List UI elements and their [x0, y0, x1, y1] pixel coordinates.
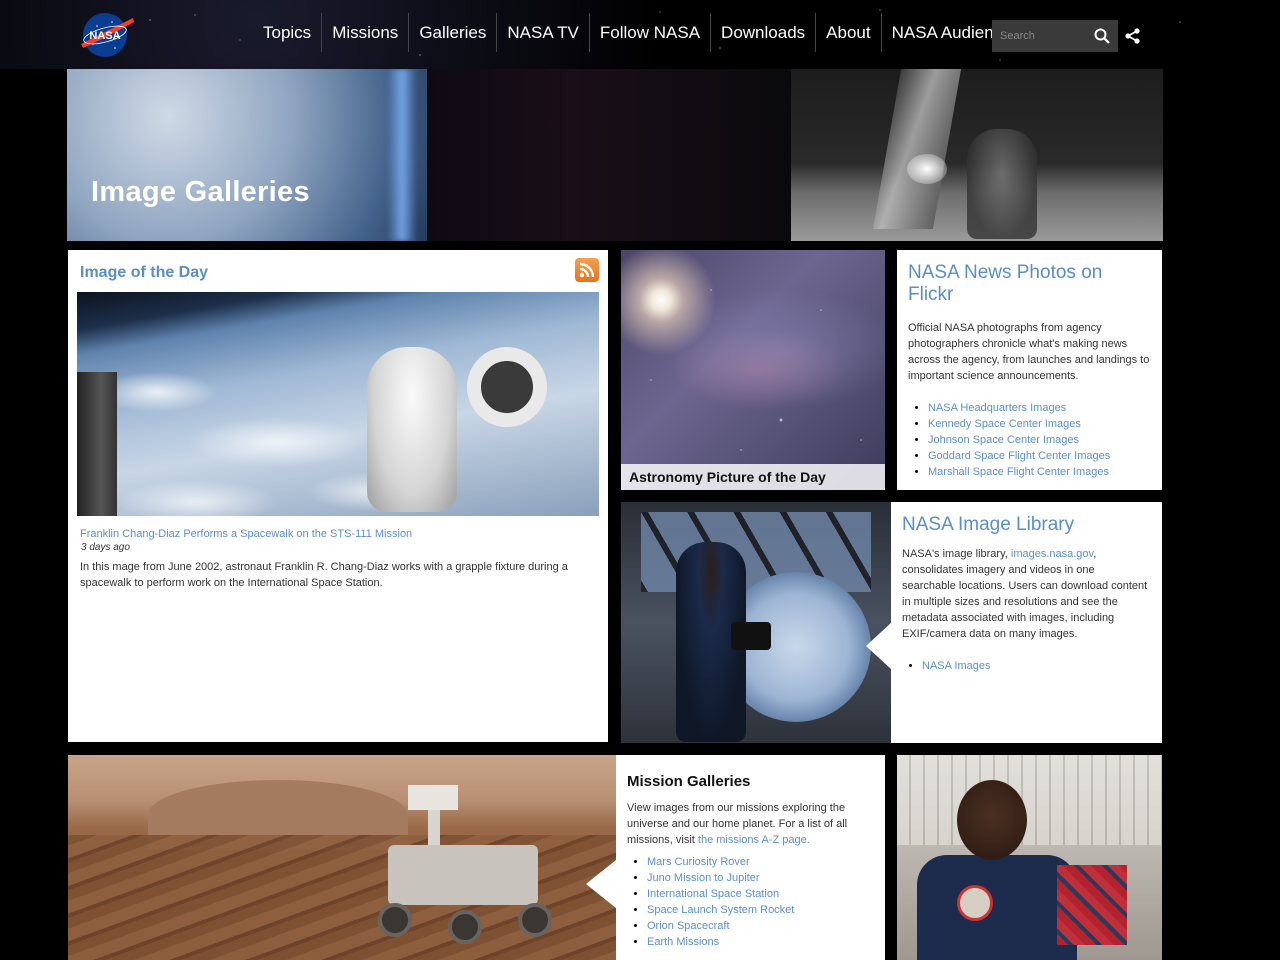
rover-head [408, 785, 458, 810]
images-nasa-gov-link[interactable]: images.nasa.gov [1011, 548, 1093, 560]
image-of-the-day-link[interactable]: Franklin Chang-Diaz Performs a Spacewalk… [80, 528, 412, 540]
nav-missions[interactable]: Missions [321, 13, 408, 52]
mission-links: Mars Curiosity Rover Juno Mission to Jup… [627, 854, 874, 950]
list-item: Space Launch System Rocket [647, 902, 874, 918]
search-icon [1094, 28, 1110, 44]
page-title: Image Galleries [91, 176, 310, 208]
spacewalk-astronaut [367, 347, 457, 512]
image-library-photo[interactable] [621, 502, 891, 743]
library-text-before: NASA's image library, [902, 548, 1011, 560]
image-library-title[interactable]: NASA Image Library [902, 514, 1151, 536]
grapple-fixture [467, 347, 547, 427]
flickr-card: NASA News Photos on Flickr Official NASA… [897, 250, 1162, 490]
plaid-sleeve [1057, 865, 1127, 945]
link-goddard-images[interactable]: Goddard Space Flight Center Images [928, 450, 1110, 462]
flickr-description: Official NASA photographs from agency ph… [908, 322, 1150, 382]
mission-galleries-title[interactable]: Mission Galleries [627, 773, 874, 790]
link-earth-missions[interactable]: Earth Missions [647, 936, 719, 948]
flickr-links: NASA Headquarters Images Kennedy Space C… [908, 400, 1151, 480]
list-item: NASA Images [922, 658, 1151, 674]
hero-light-glow [907, 154, 947, 184]
search-button[interactable] [1088, 20, 1116, 52]
rss-icon[interactable] [575, 258, 599, 282]
nav-follow-nasa[interactable]: Follow NASA [588, 13, 710, 52]
astronomy-picture-of-the-day[interactable]: Astronomy Picture of the Day [621, 250, 885, 490]
link-iss[interactable]: International Space Station [647, 888, 779, 900]
station-structure [77, 372, 117, 516]
rover-wheel [448, 910, 482, 944]
mission-galleries-photo[interactable] [68, 755, 616, 960]
missions-a-z-link[interactable]: the missions A-Z page. [698, 834, 810, 846]
image-library-links: NASA Images [902, 658, 1151, 674]
link-nasa-images[interactable]: NASA Images [922, 660, 990, 672]
nav-nasa-tv[interactable]: NASA TV [496, 13, 589, 52]
mission-galleries-description: View images from our missions exploring … [627, 800, 874, 848]
nasa-logo-icon[interactable]: NASA [79, 10, 135, 60]
nav-downloads[interactable]: Downloads [710, 13, 815, 52]
flickr-title[interactable]: NASA News Photos on Flickr [908, 262, 1151, 306]
library-text-after: , consolidates imagery and videos in one… [902, 548, 1148, 640]
link-kennedy-images[interactable]: Kennedy Space Center Images [928, 418, 1081, 430]
image-library-description: NASA's image library, images.nasa.gov, c… [902, 546, 1151, 642]
search-box [992, 20, 1118, 52]
image-of-the-day-photo[interactable] [77, 292, 599, 516]
share-icon[interactable] [1124, 27, 1142, 45]
list-item: International Space Station [647, 886, 874, 902]
nav-topics[interactable]: Topics [253, 13, 321, 52]
mission-galleries-card: Mission Galleries View images from our m… [616, 755, 885, 960]
hero-astronaut [967, 129, 1037, 239]
hero-space [427, 69, 792, 241]
astronaut-shirt [917, 855, 1077, 960]
nav-about[interactable]: About [815, 13, 880, 52]
rss-glyph [579, 262, 595, 278]
rover-body [388, 845, 538, 905]
link-orion[interactable]: Orion Spacecraft [647, 920, 730, 932]
list-item: Orion Spacecraft [647, 918, 874, 934]
apod-label: Astronomy Picture of the Day [621, 464, 885, 490]
list-item: Mars Curiosity Rover [647, 854, 874, 870]
galaxy-stars [621, 250, 885, 490]
link-mars-curiosity[interactable]: Mars Curiosity Rover [647, 856, 750, 868]
image-of-the-day-description: In this mage from June 2002, astronaut F… [80, 561, 568, 589]
image-of-the-day-title[interactable]: Image of the Day [80, 264, 208, 282]
image-library-card: NASA Image Library NASA's image library,… [891, 502, 1162, 743]
list-item: Juno Mission to Jupiter [647, 870, 874, 886]
missions-notch [586, 860, 616, 908]
link-hq-images[interactable]: NASA Headquarters Images [928, 402, 1066, 414]
list-item: Johnson Space Center Images [928, 432, 1151, 448]
link-sls[interactable]: Space Launch System Rocket [647, 904, 794, 916]
nasa-patch [957, 885, 993, 921]
library-notch [866, 622, 892, 670]
list-item: Marshall Space Flight Center Images [928, 464, 1151, 480]
list-item: Kennedy Space Center Images [928, 416, 1151, 432]
image-of-the-day-date: 3 days ago [81, 542, 130, 553]
link-juno[interactable]: Juno Mission to Jupiter [647, 872, 760, 884]
curiosity-rover [348, 785, 568, 960]
list-item: NASA Headquarters Images [928, 400, 1151, 416]
list-item: Earth Missions [647, 934, 874, 950]
rover-wheel [518, 903, 552, 937]
astronaut-head [957, 780, 1027, 860]
shuttle-panel [897, 755, 1162, 845]
list-item: Goddard Space Flight Center Images [928, 448, 1151, 464]
logo-text: NASA [89, 30, 120, 42]
main-nav: Topics Missions Galleries NASA TV Follow… [253, 13, 1030, 52]
link-johnson-images[interactable]: Johnson Space Center Images [928, 434, 1079, 446]
site-header: NASA Topics Missions Galleries NASA TV F… [0, 0, 1280, 69]
nav-galleries[interactable]: Galleries [408, 13, 496, 52]
rover-wheel [378, 903, 412, 937]
hero-banner [67, 69, 1163, 241]
image-of-the-day-card: Image of the Day Franklin Chang-Diaz Per… [68, 250, 608, 742]
link-marshall-images[interactable]: Marshall Space Flight Center Images [928, 466, 1109, 478]
search-input[interactable] [992, 20, 1088, 52]
hero-atmosphere [387, 69, 417, 241]
astronaut-portrait-photo[interactable] [897, 755, 1162, 960]
camera [731, 622, 771, 650]
